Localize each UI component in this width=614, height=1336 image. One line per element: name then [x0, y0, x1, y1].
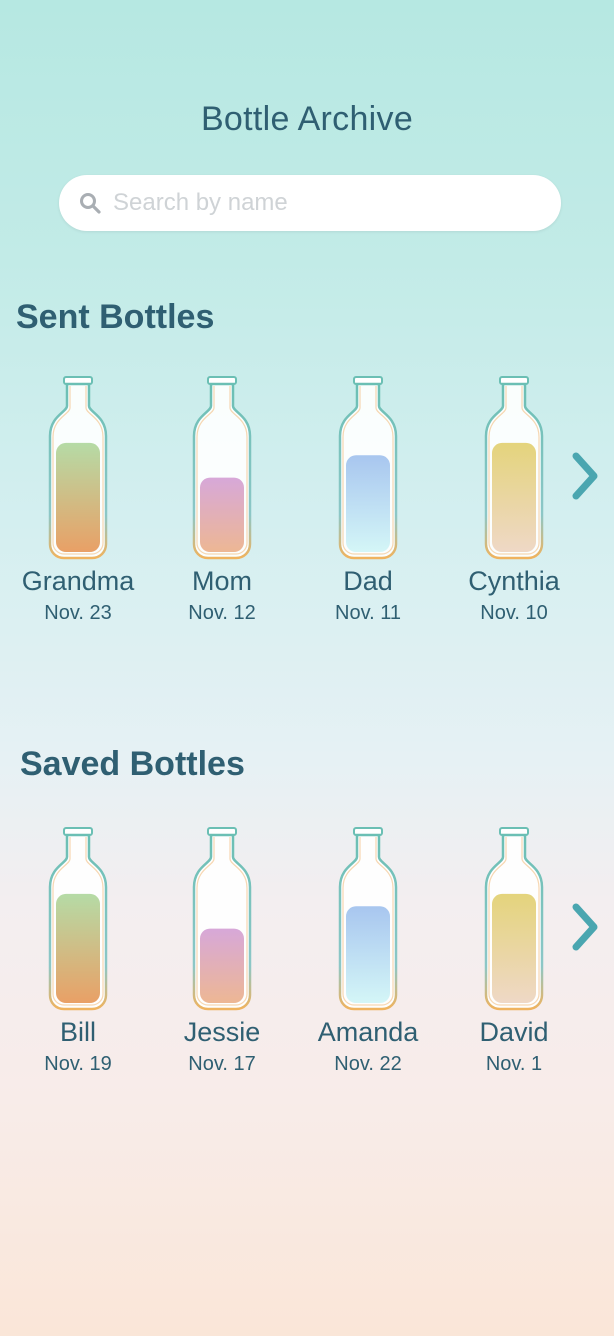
bottle-date: Nov. 12	[188, 602, 256, 624]
saved-bottles-heading: Saved Bottles	[20, 745, 245, 783]
bottle-item[interactable]: Grandma Nov. 23	[8, 376, 148, 636]
bottle-item[interactable]: Amanda Nov. 22	[298, 827, 438, 1087]
bottle-date: Nov. 10	[480, 602, 548, 624]
bottle-item[interactable]: Jessie Nov. 17	[152, 827, 292, 1087]
bottle-recipient-name: Cynthia	[468, 566, 560, 596]
bottle-item[interactable]: Dad Nov. 11	[298, 376, 438, 636]
bottle-date: Nov. 19	[44, 1053, 112, 1075]
bottle-item[interactable]: David Nov. 1	[444, 827, 584, 1087]
bottle-icon	[484, 376, 544, 560]
search-input[interactable]	[111, 188, 535, 218]
bottle-item[interactable]: Bill Nov. 19	[8, 827, 148, 1087]
bottle-icon	[484, 827, 544, 1011]
sent-bottles-row: Grandma Nov. 23 Mom Nov. 12 Dad Nov. 11 Cynthi…	[0, 376, 614, 636]
bottle-recipient-name: Mom	[192, 566, 252, 596]
bottle-date: Nov. 17	[188, 1053, 256, 1075]
bottle-recipient-name: Bill	[59, 1017, 96, 1047]
bottle-date: Nov. 22	[334, 1053, 402, 1075]
bottle-recipient-name: David	[479, 1017, 549, 1047]
bottle-icon	[192, 376, 252, 560]
bottle-date: Nov. 11	[335, 602, 401, 624]
bottle-icon	[192, 827, 252, 1011]
bottle-date: Nov. 23	[44, 602, 112, 624]
chevron-right-icon[interactable]	[566, 897, 606, 957]
bottle-recipient-name: Jessie	[183, 1017, 261, 1047]
bottle-icon	[48, 376, 108, 560]
sent-bottles-heading: Sent Bottles	[16, 298, 215, 336]
bottle-archive-screen: Bottle Archive Sent Bottles Grandma Nov. …	[0, 0, 614, 1336]
search-bar[interactable]	[59, 175, 561, 231]
bottle-recipient-name: Dad	[343, 566, 393, 596]
bottle-icon	[338, 827, 398, 1011]
bottle-date: Nov. 1	[485, 1053, 543, 1075]
bottle-item[interactable]: Mom Nov. 12	[152, 376, 292, 636]
bottle-recipient-name: Amanda	[317, 1017, 419, 1047]
page-title: Bottle Archive	[200, 100, 414, 138]
chevron-right-icon[interactable]	[566, 446, 606, 506]
search-icon	[80, 193, 101, 214]
bottle-item[interactable]: Cynthia Nov. 10	[444, 376, 584, 636]
bottle-icon	[338, 376, 398, 560]
saved-bottles-row: Bill Nov. 19 Jessie Nov. 17 Amanda Nov. 22 Dav…	[0, 827, 614, 1087]
bottle-icon	[48, 827, 108, 1011]
bottle-recipient-name: Grandma	[21, 566, 135, 596]
